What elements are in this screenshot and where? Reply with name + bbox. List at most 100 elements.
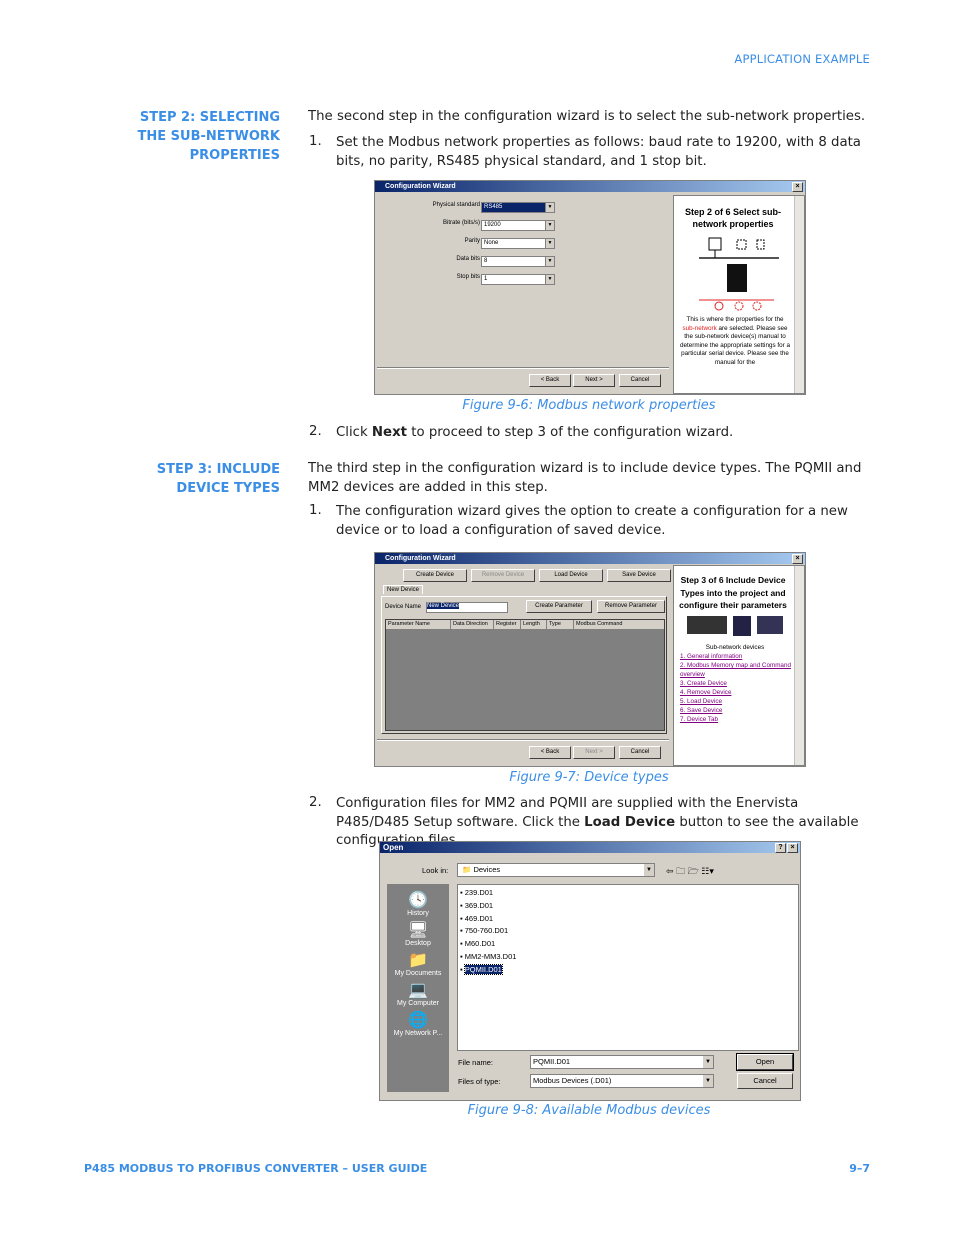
column-header[interactable]: Length (521, 620, 547, 629)
chevron-down-icon: ▼ (545, 221, 554, 230)
places-item-history[interactable]: 🕓 History (387, 890, 449, 917)
column-header[interactable]: Data Direction (451, 620, 494, 629)
close-icon[interactable]: × (792, 182, 803, 192)
section-header: APPLICATION EXAMPLE (734, 52, 870, 66)
column-header[interactable]: Parameter Name (386, 620, 451, 629)
open-file-dialog: Open × ? Look in: 📁 Devices ▼ ⇦ 🗀 🗁 ☷▾ 🕓 H… (379, 841, 801, 1101)
step2-intro: The second step in the configuration wiz… (308, 109, 866, 124)
help-icon[interactable]: ? (775, 843, 786, 853)
help-link[interactable]: 2. Modbus Memory map and Command overvie… (680, 661, 792, 679)
new-folder-icon[interactable]: 🗁 (688, 866, 699, 876)
device-name-input[interactable]: New Device (426, 602, 508, 613)
window-title-bar: Open × ? (380, 842, 800, 853)
help-link[interactable]: 4. Remove Device (680, 688, 792, 697)
back-button[interactable]: < Back (529, 374, 571, 387)
file-item[interactable]: ▪ M60.D01 (460, 938, 796, 951)
places-item-desktop[interactable]: 🖥 Desktop (387, 920, 449, 947)
divider (377, 367, 669, 369)
places-item-my-computer[interactable]: 💻 My Computer (387, 980, 449, 1007)
places-bar: 🕓 History 🖥 Desktop 📁 My Documents 💻 My Comp… (387, 884, 449, 1092)
figure-caption: Figure 9-7: Device types (509, 770, 669, 785)
window-title: Configuration Wizard (385, 183, 456, 190)
cancel-button[interactable]: Cancel (619, 374, 661, 387)
help-link[interactable]: 7. Device Tab (680, 715, 792, 724)
step3-item1: The configuration wizard gives the optio… (336, 504, 848, 538)
window-title-bar: Configuration Wizard × (375, 553, 805, 564)
help-link[interactable]: 6. Save Device (680, 706, 792, 715)
next-button[interactable]: Next > (573, 746, 615, 759)
window-title: Configuration Wizard (385, 555, 456, 562)
field-label: Physical standard (432, 202, 480, 208)
cancel-button[interactable]: Cancel (619, 746, 661, 759)
view-menu-icon[interactable]: ☷▾ (701, 866, 714, 876)
next-button[interactable]: Next > (573, 374, 615, 387)
sub-network-link[interactable]: sub-network (682, 325, 716, 332)
help-panel: Step 3 of 6 Include Device Types into th… (673, 565, 805, 766)
step3-intro: The third step in the configuration wiza… (308, 461, 862, 495)
create-device-button[interactable]: Create Device (403, 569, 467, 582)
column-header[interactable]: Register (494, 620, 521, 629)
device-images (680, 615, 790, 640)
help-scrollbar[interactable] (794, 566, 804, 765)
remove-device-button[interactable]: Remove Device (471, 569, 535, 582)
file-type-select[interactable]: Modbus Devices (.D01) ▼ (530, 1074, 714, 1088)
back-icon[interactable]: ⇦ (666, 866, 674, 876)
help-link[interactable]: 1. General information (680, 652, 792, 661)
history-icon: 🕓 (408, 892, 428, 909)
load-device-button[interactable]: Load Device (539, 569, 603, 582)
field-label: Stop bits (456, 274, 480, 280)
cancel-button[interactable]: Cancel (737, 1073, 793, 1089)
divider (377, 739, 669, 741)
chevron-down-icon: ▼ (703, 1075, 713, 1087)
close-icon[interactable]: × (787, 843, 798, 853)
create-parameter-button[interactable]: Create Parameter (526, 600, 592, 613)
column-header[interactable]: Modbus Command (574, 620, 664, 629)
places-item-my-documents[interactable]: 📁 My Documents (387, 950, 449, 977)
open-button[interactable]: Open (736, 1053, 794, 1071)
network-diagram-icon (699, 237, 779, 311)
look-in-select[interactable]: 📁 Devices ▼ (457, 863, 655, 877)
device-name-label: Device Name (385, 604, 422, 610)
parity-select[interactable]: None ▼ (481, 238, 555, 249)
desktop-icon: 🖥 (407, 922, 429, 939)
file-item[interactable]: ▪ 750-760.D01 (460, 925, 796, 938)
column-header[interactable]: Type (547, 620, 574, 629)
network-icon: 🌐 (408, 1012, 428, 1029)
file-name-input[interactable]: PQMII.D01 ▼ (530, 1055, 714, 1069)
figure-caption: Figure 9-6: Modbus network properties (462, 398, 716, 413)
parameter-table: Parameter Name Data Direction Register L… (385, 619, 665, 731)
file-item[interactable]: ▪ MM2-MM3.D01 (460, 951, 796, 964)
chevron-down-icon: ▼ (545, 275, 554, 284)
places-item-network[interactable]: 🌐 My Network P... (387, 1010, 449, 1037)
bitrate-select[interactable]: 19200 ▼ (481, 220, 555, 231)
chevron-down-icon: ▼ (703, 1056, 713, 1068)
save-device-button[interactable]: Save Device (607, 569, 671, 582)
close-icon[interactable]: × (792, 554, 803, 564)
figure-caption: Figure 9-8: Available Modbus devices (467, 1103, 711, 1118)
file-list: ▪ 239.D01 ▪ 369.D01 ▪ 469.D01 ▪ 750-760.… (457, 884, 799, 1051)
step3-heading: STEP 3: INCLUDE DEVICE TYPES (156, 462, 280, 496)
tab-new-device[interactable]: New Device (383, 585, 424, 594)
chevron-down-icon: ▼ (545, 239, 554, 248)
remove-parameter-button[interactable]: Remove Parameter (597, 600, 665, 613)
up-folder-icon[interactable]: 🗀 (676, 866, 685, 876)
step2-item2: Click Next to proceed to step 3 of the c… (336, 425, 734, 440)
file-item[interactable]: ▪ 469.D01 (460, 913, 796, 926)
step3-item2-num: 2. (309, 795, 322, 810)
back-button[interactable]: < Back (529, 746, 571, 759)
file-type-label: Files of type: (458, 1077, 501, 1086)
physical-standard-select[interactable]: RS485 ▼ (481, 202, 555, 213)
data-bits-select[interactable]: 8 ▼ (481, 256, 555, 267)
stop-bits-select[interactable]: 1 ▼ (481, 274, 555, 285)
help-link[interactable]: 3. Create Device (680, 679, 792, 688)
chevron-down-icon: ▼ (545, 203, 554, 212)
field-label: Data bits (456, 256, 480, 262)
file-item-selected[interactable]: ▪ PQMII.D01 (460, 963, 796, 977)
step2-heading: STEP 2: SELECTING THE SUB-NETWORK PROPER… (137, 110, 280, 163)
help-scrollbar[interactable] (794, 196, 804, 393)
file-item[interactable]: ▪ 369.D01 (460, 900, 796, 913)
file-item[interactable]: ▪ 239.D01 (460, 887, 796, 900)
step2-item2-num: 2. (309, 424, 322, 439)
help-link[interactable]: 5. Load Device (680, 697, 792, 706)
look-in-label: Look in: (422, 866, 449, 875)
